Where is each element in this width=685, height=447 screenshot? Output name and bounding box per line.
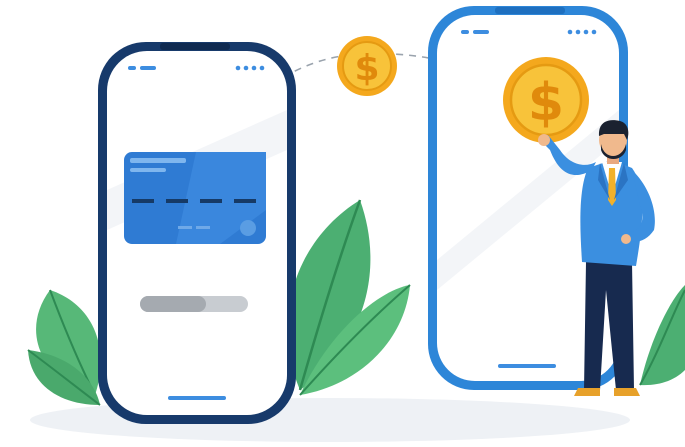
right-phone-home-indicator xyxy=(498,364,556,368)
credit-card-icon xyxy=(124,152,266,244)
sender-phone xyxy=(98,42,296,424)
right-phone-signal-icon xyxy=(461,30,469,34)
dollar-coin-icon: $ xyxy=(337,36,397,96)
left-phone-home-indicator xyxy=(168,396,226,400)
payment-progress-bar xyxy=(140,296,248,312)
large-coin-symbol-text: $ xyxy=(528,73,564,133)
payment-illustration: $ $ xyxy=(27,6,685,442)
left-leaf-plant-icon xyxy=(27,289,101,406)
large-dollar-coin-icon: $ xyxy=(503,57,589,143)
coin-symbol-text: $ xyxy=(354,48,379,89)
left-phone-signal-icon xyxy=(128,66,136,70)
right-phone-notch xyxy=(495,7,565,14)
center-leaf-plant-icon xyxy=(287,199,411,396)
left-phone-notch xyxy=(160,43,230,50)
right-leaf-plant-icon xyxy=(639,285,685,386)
